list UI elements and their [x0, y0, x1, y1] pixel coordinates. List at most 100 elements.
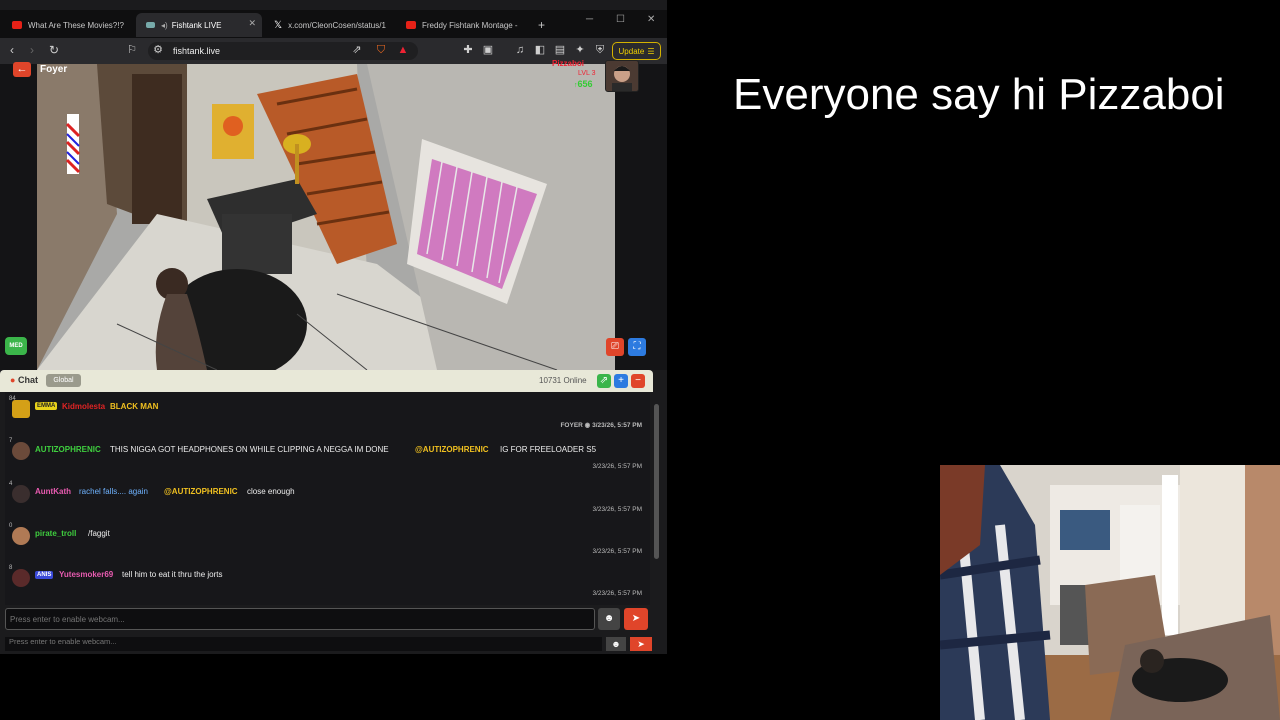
- tab-title: Fishtank LIVE: [171, 20, 222, 30]
- mention[interactable]: @AUTIZOPHRENIC: [415, 445, 489, 454]
- leo-ai-icon[interactable]: ✦: [574, 44, 586, 56]
- speaker-icon: ◂): [161, 20, 168, 30]
- sidebar-icon[interactable]: ◧: [534, 44, 546, 56]
- user-level: 8: [9, 565, 13, 571]
- tab-what-are-these-movies[interactable]: What Are These Movies?!?: [2, 13, 130, 37]
- tab-title: Freddy Fishtank Montage -: [422, 20, 518, 30]
- youtube-icon: [406, 21, 416, 29]
- site-settings-icon[interactable]: ⚙: [152, 44, 164, 56]
- overlay-caption: Everyone say hi Pizzaboi: [733, 70, 1225, 119]
- user-avatar[interactable]: [12, 442, 30, 460]
- webcam-scene: [940, 465, 1280, 720]
- user-avatar[interactable]: [12, 527, 30, 545]
- minimize-chat-icon[interactable]: −: [631, 374, 645, 388]
- clan-badge: EMMA: [35, 402, 58, 410]
- close-window-icon[interactable]: ✕: [647, 14, 655, 25]
- mention[interactable]: @AUTIZOPHRENIC: [164, 487, 238, 496]
- tab-freddy-montage[interactable]: Freddy Fishtank Montage -: [396, 13, 522, 37]
- message-text: BLACK MAN: [110, 402, 159, 411]
- send-icon: ➤: [630, 637, 652, 651]
- close-tab-icon[interactable]: ✕: [248, 18, 256, 29]
- tab-x-status[interactable]: 𝕏 x.com/CleonCosen/status/1: [264, 13, 392, 37]
- cast-icon[interactable]: ⎚: [606, 338, 624, 356]
- new-tab-button[interactable]: +: [528, 13, 550, 37]
- user-level: 84: [9, 396, 16, 402]
- x-icon: 𝕏: [274, 19, 283, 31]
- username[interactable]: Yutesmoker69: [59, 570, 113, 579]
- timestamp: 3/23/26, 5:57 PM: [592, 548, 642, 555]
- message-text: THIS NIGGA GOT HEADPHONES ON WHILE CLIPP…: [110, 445, 389, 454]
- message-extra: close enough: [247, 487, 295, 496]
- forward-icon[interactable]: ›: [30, 43, 34, 57]
- avatar-image: [612, 66, 632, 91]
- chat-input-echo: Press enter to enable webcam...: [5, 637, 602, 651]
- bookmark-icon[interactable]: ⚐: [126, 44, 138, 56]
- vpn-shield-icon[interactable]: ⛨: [594, 44, 606, 56]
- webcam-feed: [940, 465, 1280, 720]
- chat-message: 7 AUTIZOPHRENIC THIS NIGGA GOT HEADPHONE…: [5, 434, 650, 476]
- chat-icon: ●: [10, 375, 16, 385]
- chat-title: ● Chat: [10, 375, 38, 385]
- extensions-icon[interactable]: ✚: [462, 44, 474, 56]
- message-extra: IG FOR FREELOADER S5: [500, 445, 597, 454]
- user-avatar[interactable]: [12, 569, 30, 587]
- tab-fishtank-live[interactable]: ◂) Fishtank LIVE ✕: [136, 13, 262, 37]
- timestamp: FOYER ◉ 3/23/26, 5:57 PM: [560, 422, 642, 429]
- chat-message: 4 AuntKath rachel falls.... again @AUTIZ…: [5, 477, 650, 519]
- emoji-icon: ☻: [603, 613, 615, 624]
- chat-scope-toggle[interactable]: Global: [46, 374, 81, 387]
- back-arrow-button[interactable]: ←: [13, 62, 31, 77]
- username[interactable]: pirate_troll: [35, 529, 76, 538]
- update-button[interactable]: Update ☰: [612, 42, 661, 60]
- username[interactable]: AuntKath: [35, 487, 71, 496]
- tab-bar: What Are These Movies?!? ◂) Fishtank LIV…: [0, 10, 667, 38]
- send-button[interactable]: ➤: [624, 608, 648, 630]
- wallet-icon[interactable]: ▤: [554, 44, 566, 56]
- chat-message: 8 ANIS Yutesmoker69 tell him to eat it t…: [5, 561, 650, 603]
- emoji-icon: ☻: [606, 637, 626, 651]
- tab-title: x.com/CleonCosen/status/1: [288, 20, 386, 30]
- emoji-button[interactable]: ☻: [598, 608, 620, 630]
- share-icon[interactable]: ⇗: [351, 44, 363, 56]
- brave-shield-icon[interactable]: ⛉: [375, 44, 387, 56]
- chat-messages[interactable]: 84 EMMA Kidmolesta BLACK MAN FOYER ◉ 3/2…: [5, 392, 650, 605]
- fullscreen-icon[interactable]: ⛶: [628, 338, 646, 356]
- clan-badge: ANIS: [35, 571, 54, 579]
- maximize-icon[interactable]: ☐: [616, 14, 625, 25]
- timestamp: 3/23/26, 5:57 PM: [592, 590, 642, 597]
- chat-message: 84 EMMA Kidmolesta BLACK MAN FOYER ◉ 3/2…: [5, 392, 650, 434]
- user-level: 7: [9, 438, 13, 444]
- add-icon[interactable]: +: [614, 374, 628, 388]
- chat-header: ● Chat Global 10731 Online ⇗ + −: [0, 370, 653, 392]
- quality-badge[interactable]: MED: [5, 337, 27, 355]
- tab-title: What Are These Movies?!?: [28, 20, 124, 30]
- fishtank-icon: [146, 22, 155, 28]
- streamer-count: ↑656: [574, 79, 593, 89]
- timestamp: 3/23/26, 5:57 PM: [592, 506, 642, 513]
- message-text: /faggit: [88, 529, 110, 538]
- username[interactable]: AUTIZOPHRENIC: [35, 445, 101, 454]
- username[interactable]: Kidmolesta: [62, 402, 105, 411]
- streamer-count-value: 656: [577, 79, 593, 89]
- brave-rewards-icon[interactable]: ▲: [397, 44, 409, 56]
- back-icon[interactable]: ‹: [10, 43, 14, 57]
- message-text: rachel falls.... again: [79, 487, 148, 496]
- browser-window: What Are These Movies?!? ◂) Fishtank LIV…: [0, 0, 667, 654]
- screenshot-icon[interactable]: ▣: [482, 44, 494, 56]
- video-player[interactable]: [0, 64, 667, 370]
- user-level: 4: [9, 481, 13, 487]
- share-chat-icon[interactable]: ⇗: [597, 374, 611, 388]
- foyer-camera-feed: [37, 64, 615, 370]
- chat-message: 0 pirate_troll /faggit 3/23/26, 5:57 PM: [5, 519, 650, 561]
- music-icon[interactable]: ♫: [514, 44, 526, 56]
- chat-input[interactable]: [5, 608, 595, 630]
- youtube-icon: [12, 21, 22, 29]
- update-label: Update: [618, 46, 645, 56]
- reload-icon[interactable]: ↻: [49, 43, 59, 57]
- minimize-icon[interactable]: ─: [586, 14, 593, 25]
- streamer-avatar[interactable]: [605, 60, 639, 92]
- chat-scrollbar[interactable]: [654, 404, 659, 559]
- streamer-name[interactable]: Pizzaboi: [552, 59, 584, 68]
- user-avatar[interactable]: [12, 400, 30, 418]
- user-avatar[interactable]: [12, 485, 30, 503]
